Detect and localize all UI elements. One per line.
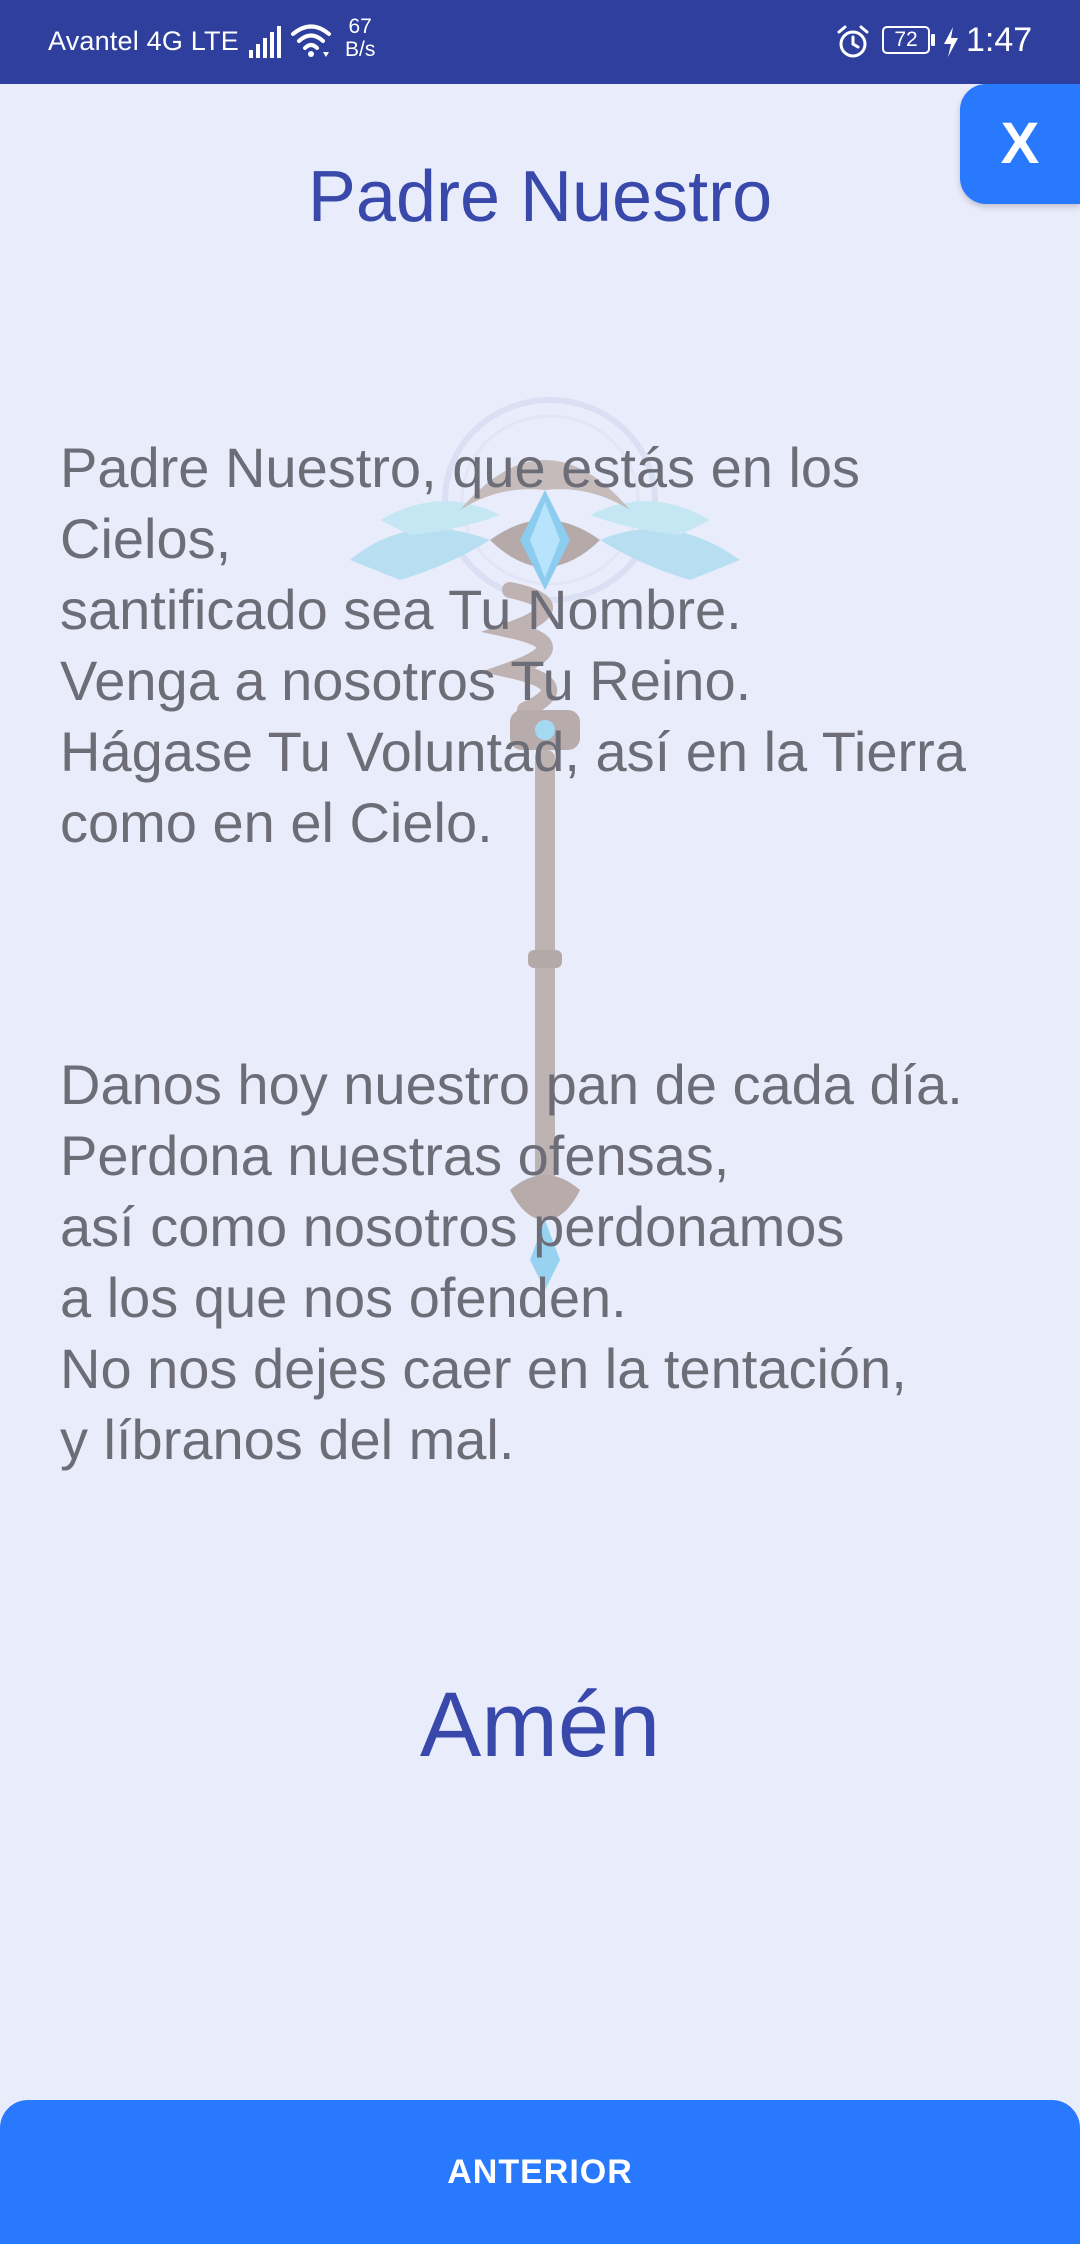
prayer-line: como en el Cielo. (60, 791, 493, 854)
prayer-line: Danos hoy nuestro pan de cada día. (60, 1053, 963, 1116)
prayer-line: Perdona nuestras ofensas, (60, 1124, 730, 1187)
battery-level: 72 (882, 26, 930, 54)
prayer-line: así como nosotros perdonamos (60, 1195, 845, 1258)
status-bar: Avantel 4G LTE 67 B/s 72 1:47 (0, 0, 1080, 84)
carrier-name: Avantel 4G LTE (48, 26, 239, 56)
wifi-icon (291, 24, 331, 57)
prayer-line: Venga a nosotros Tu Reino. (60, 649, 752, 712)
prayer-line: No nos dejes caer en la tentación, (60, 1337, 907, 1400)
signal-strength-icon (249, 26, 281, 58)
alarm-clock-icon (837, 25, 869, 58)
network-speed: 67 B/s (345, 15, 375, 61)
prayer-line: Hágase Tu Voluntad, así en la Tierra (60, 720, 966, 783)
network-speed-unit: B/s (345, 38, 376, 61)
prayer-line: y líbranos del mal. (60, 1408, 515, 1471)
battery-terminal (931, 34, 935, 46)
previous-button[interactable]: ANTERIOR (0, 2100, 1080, 2244)
prayer-line: Padre Nuestro, que estás en los (60, 436, 861, 499)
clock-time: 1:47 (966, 21, 1033, 59)
page-title: Padre Nuestro (307, 157, 773, 237)
prayer-stanza-2: Danos hoy nuestro pan de cada día. Perdo… (60, 1049, 1040, 1475)
battery-indicator: 72 (882, 26, 936, 56)
prayer-line: santificado sea Tu Nombre. (60, 578, 742, 641)
prayer-stanza-1: Padre Nuestro, que estás en los Cielos, … (60, 432, 1040, 858)
prayer-line: Cielos, (60, 507, 232, 570)
network-speed-value: 67 (348, 15, 372, 38)
closing-amen: Amén (419, 1674, 661, 1776)
charging-bolt-icon (944, 27, 958, 57)
prayer-line: a los que nos ofenden. (60, 1266, 627, 1329)
